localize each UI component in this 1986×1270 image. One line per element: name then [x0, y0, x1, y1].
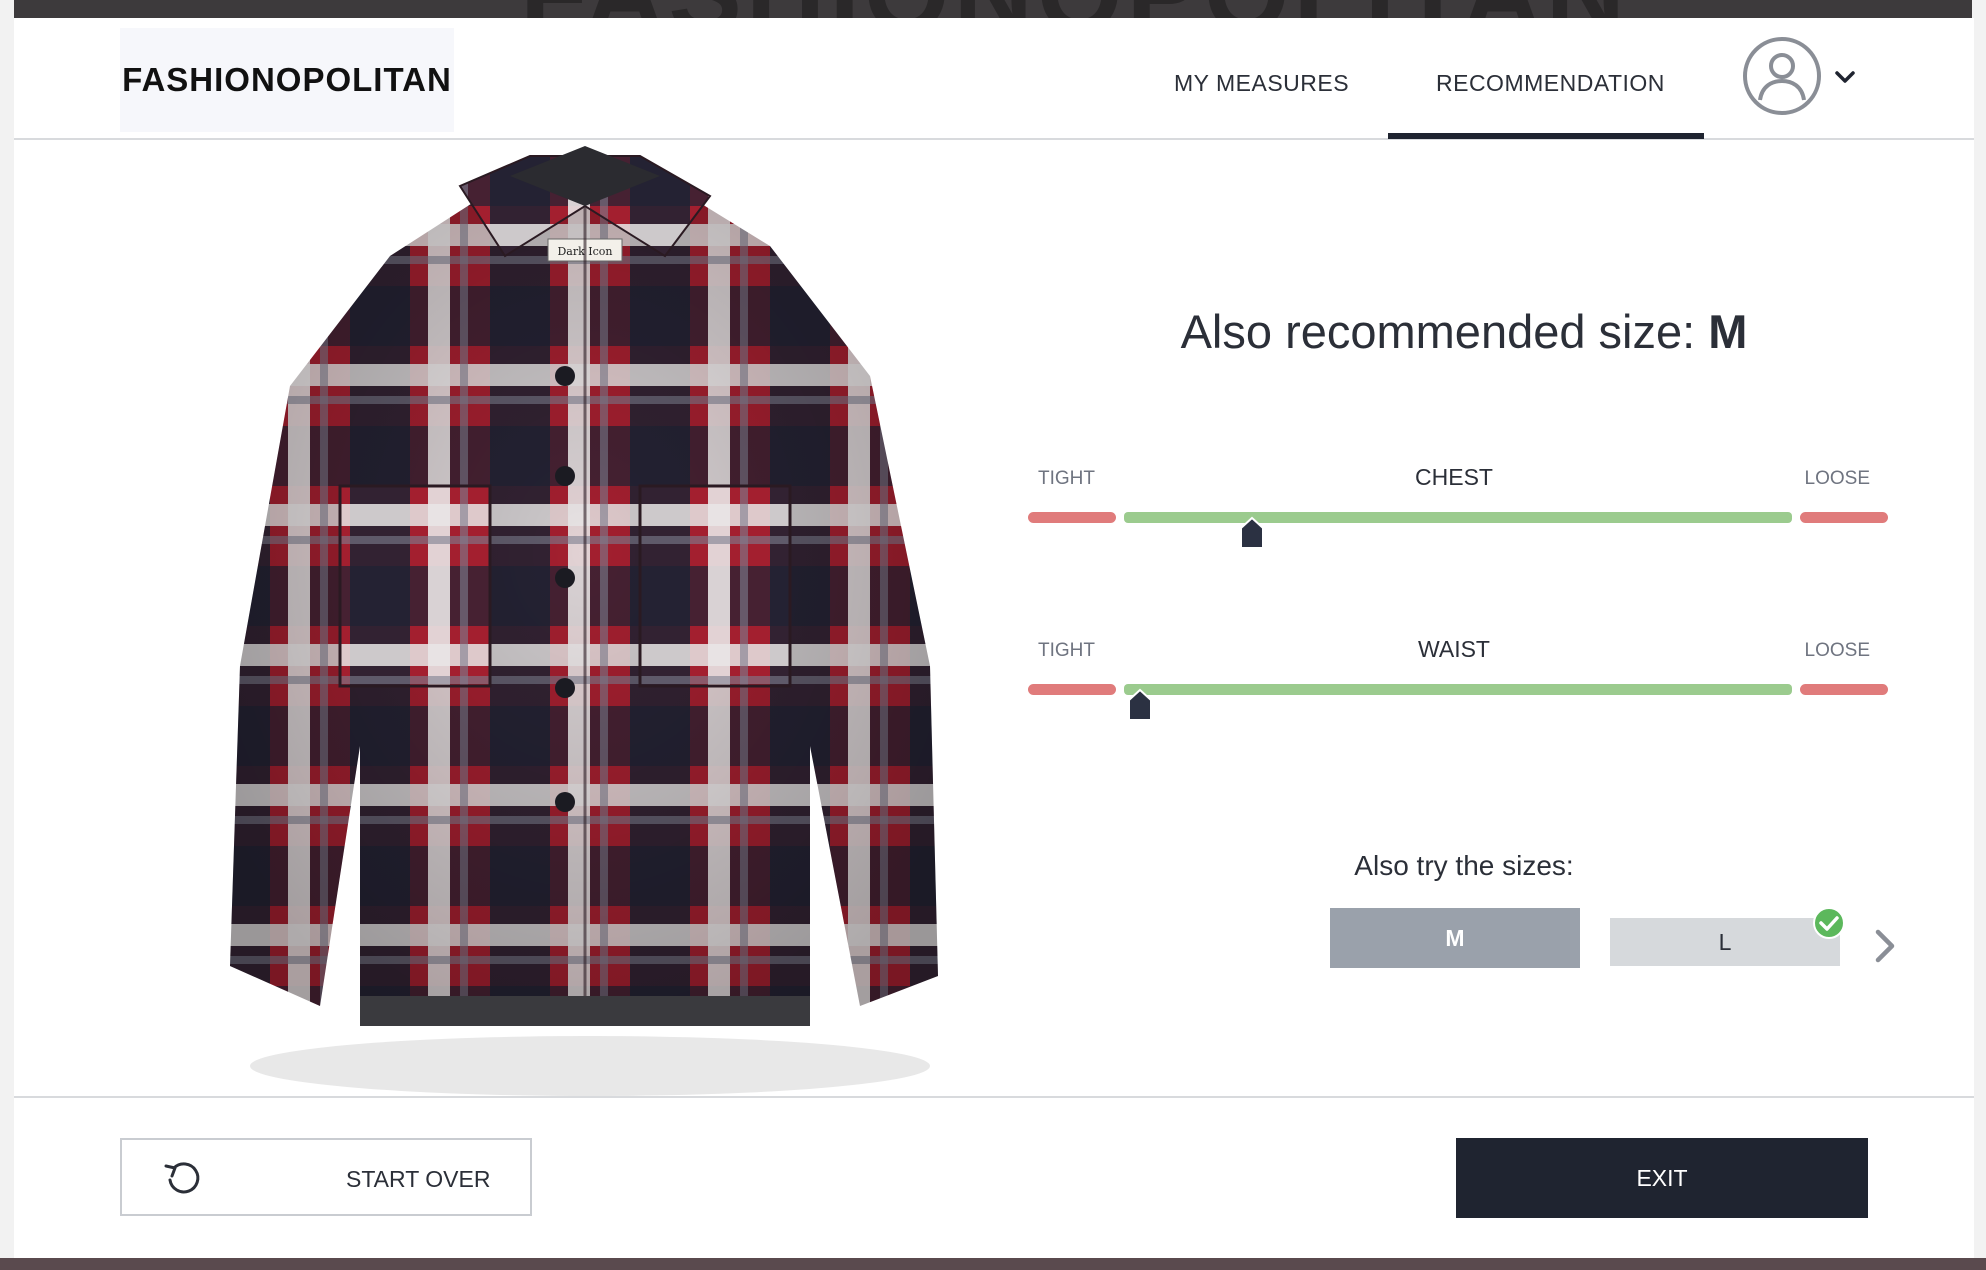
- tab-recommendation[interactable]: RECOMMENDATION: [1436, 70, 1665, 97]
- user-avatar-icon[interactable]: [1742, 36, 1822, 116]
- start-over-label: START OVER: [346, 1166, 491, 1192]
- exit-button[interactable]: EXIT: [1456, 1138, 1868, 1218]
- fit-chest-label: CHEST: [1415, 464, 1493, 490]
- fit-loose-zone: [1800, 684, 1888, 695]
- chevron-down-icon[interactable]: [1832, 64, 1858, 90]
- undo-icon: [164, 1162, 200, 1194]
- fit-tight-zone: [1028, 684, 1116, 695]
- fit-good-zone: [1124, 684, 1792, 695]
- logo[interactable]: FASHIONOPOLITAN: [120, 28, 454, 132]
- fit-waist-label: WAIST: [1418, 636, 1490, 662]
- recommendation-title-prefix: Also recommended size:: [1180, 305, 1696, 358]
- product-image: Dark Icon: [230, 146, 938, 1096]
- size-option-l[interactable]: L: [1610, 918, 1840, 966]
- fit-loose-label: LOOSE: [1804, 468, 1870, 489]
- backdrop-left-edge: [0, 0, 14, 1270]
- backdrop-right-edge: [1972, 0, 1986, 1270]
- fit-tight-zone: [1028, 512, 1116, 523]
- recommendation-modal: FASHIONOPOLITAN MY MEASURES RECOMMENDATI…: [14, 18, 1974, 1258]
- fit-marker-chest: [1239, 516, 1264, 549]
- active-tab-indicator: [1388, 133, 1704, 139]
- backdrop-bottom-edge: [0, 1258, 1986, 1270]
- tab-my-measures[interactable]: MY MEASURES: [1174, 70, 1349, 97]
- footer-divider: [14, 1096, 1974, 1098]
- header: FASHIONOPOLITAN MY MEASURES RECOMMENDATI…: [14, 18, 1974, 140]
- fit-loose-zone: [1800, 512, 1888, 523]
- fit-loose-label: LOOSE: [1804, 640, 1870, 661]
- fit-marker-waist: [1127, 688, 1152, 721]
- recommended-size: M: [1708, 305, 1748, 358]
- recommendation-title: Also recommended size: M: [1064, 304, 1864, 359]
- logo-text: FASHIONOPOLITAN: [122, 61, 452, 98]
- fit-row-chest: TIGHT CHEST LOOSE: [1014, 464, 1894, 549]
- fit-row-waist: TIGHT WAIST LOOSE: [1014, 636, 1894, 721]
- size-option-m[interactable]: M: [1330, 908, 1580, 968]
- fit-good-zone: [1124, 512, 1792, 523]
- start-over-button[interactable]: START OVER: [120, 1138, 532, 1216]
- chevron-right-icon[interactable]: [1870, 926, 1898, 966]
- also-try-label: Also try the sizes:: [1354, 850, 1574, 881]
- check-icon: [1813, 907, 1845, 939]
